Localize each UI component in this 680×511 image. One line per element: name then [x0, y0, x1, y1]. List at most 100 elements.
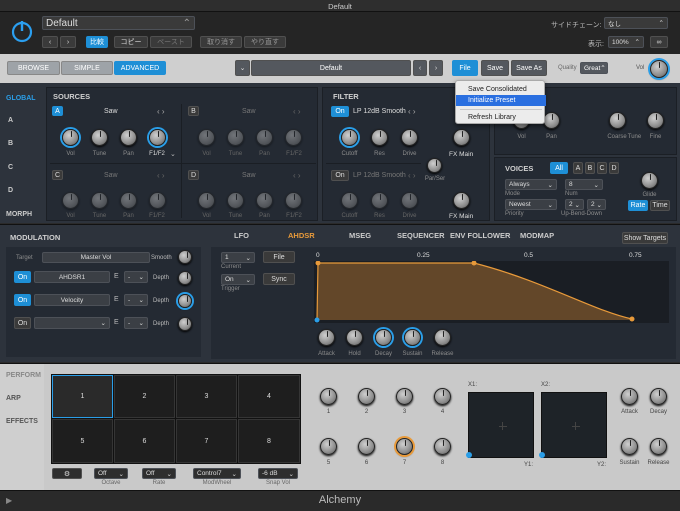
pad-6[interactable]: 6 — [114, 419, 175, 463]
mod-row-2-on-button[interactable]: On — [14, 294, 31, 306]
perform-knob-5[interactable] — [320, 438, 337, 455]
filter-1-cutoff-knob[interactable] — [341, 129, 358, 146]
mod-row-1-e[interactable]: E — [114, 273, 119, 280]
source-a-name[interactable]: Saw — [104, 108, 118, 115]
preset-name-field[interactable]: Default — [251, 60, 411, 76]
source-c-vol-knob[interactable] — [62, 192, 79, 209]
ahdsr-release-knob[interactable] — [434, 329, 451, 346]
filter-2-type[interactable]: LP 12dB Smooth — [353, 172, 406, 179]
source-a-f1f2-knob[interactable] — [149, 129, 166, 146]
paste-button[interactable]: ペースト — [150, 36, 192, 48]
refresh-library-menu-item[interactable]: Refresh Library — [456, 112, 546, 123]
perform-knob-7[interactable] — [396, 438, 413, 455]
source-c-arrows[interactable]: ‹ › — [157, 171, 165, 180]
tab-sequencer[interactable]: SEQUENCER — [397, 231, 445, 240]
master-vol-knob[interactable] — [650, 60, 668, 78]
voices-down-select[interactable]: 2 ⌄ — [587, 199, 606, 210]
filter-1-on-button[interactable]: On — [331, 106, 349, 117]
mod-row-3-curve-select[interactable]: - ⌄ — [124, 317, 148, 329]
side-nav-b[interactable]: B — [8, 140, 13, 147]
perform-attack-knob[interactable] — [621, 388, 638, 405]
rate-select[interactable]: Off ⌄ — [142, 468, 176, 479]
perform-knob-4[interactable] — [434, 388, 451, 405]
source-c-toggle[interactable]: C — [52, 170, 63, 180]
source-c-f1f2-knob[interactable] — [149, 192, 166, 209]
preset-dropdown-button[interactable]: ⌄ — [235, 60, 250, 76]
source-d-pan-knob[interactable] — [256, 192, 273, 209]
source-c-tune-knob[interactable] — [91, 192, 108, 209]
filter-1-route[interactable]: FX Main — [449, 151, 473, 158]
filter-2-arrows[interactable]: ‹ › — [408, 171, 416, 180]
mod-row-1-depth-knob[interactable] — [178, 271, 192, 285]
perform-nav-perform[interactable]: PERFORM — [6, 372, 41, 379]
advanced-button[interactable]: ADVANCED — [114, 61, 166, 75]
save-button[interactable]: Save — [481, 60, 509, 76]
perform-knob-2[interactable] — [358, 388, 375, 405]
voices-priority-select[interactable]: Newest ⌄ — [505, 199, 557, 210]
source-a-tune-knob[interactable] — [91, 129, 108, 146]
pad-1[interactable]: 1 — [52, 375, 113, 418]
perform-knob-6[interactable] — [358, 438, 375, 455]
filter-1-arrows[interactable]: ‹ › — [408, 107, 416, 116]
tab-mseg[interactable]: MSEG — [349, 231, 371, 240]
filter-2-res-knob[interactable] — [371, 192, 388, 209]
xy-pad-2-handle[interactable] — [539, 452, 545, 458]
voices-all-button[interactable]: All — [550, 162, 568, 174]
undo-button[interactable]: 取り消す — [200, 36, 242, 48]
mod-row-3-depth-knob[interactable] — [178, 317, 192, 331]
pad-4[interactable]: 4 — [238, 375, 300, 418]
filter-2-drive-knob[interactable] — [401, 192, 418, 209]
mod-row-3-e[interactable]: E — [114, 319, 119, 326]
ahdsr-decay-knob[interactable] — [375, 329, 392, 346]
filter-2-on-button[interactable]: On — [331, 170, 349, 181]
perform-nav-effects[interactable]: EFFECTS — [6, 418, 38, 425]
link-button[interactable]: ∞ — [650, 36, 668, 48]
mod-target-select[interactable]: Master Vol — [42, 252, 150, 263]
ahdsr-envelope-display[interactable] — [314, 261, 669, 323]
side-nav-a[interactable]: A — [8, 117, 13, 124]
source-c-name[interactable]: Saw — [104, 172, 118, 179]
perform-release-knob[interactable] — [650, 438, 667, 455]
filter-2-fx-knob[interactable] — [453, 192, 470, 209]
mod-row-3-source-select[interactable]: ⌄ — [34, 317, 110, 329]
pad-7[interactable]: 7 — [176, 419, 237, 463]
perform-decay-knob[interactable] — [650, 388, 667, 405]
amp-coarse-knob[interactable] — [609, 112, 626, 129]
pad-8[interactable]: 8 — [238, 419, 300, 463]
ahdsr-hold-knob[interactable] — [346, 329, 363, 346]
mod-row-1-on-button[interactable]: On — [14, 271, 31, 283]
source-d-arrows[interactable]: ‹ › — [293, 171, 301, 180]
tab-ahdsr[interactable]: AHDSR — [288, 231, 315, 240]
voices-d-button[interactable]: D — [609, 162, 619, 174]
perform-sustain-knob[interactable] — [621, 438, 638, 455]
pad-settings-button[interactable]: ⚙ — [52, 468, 82, 479]
xy-pad-1[interactable] — [466, 392, 534, 458]
par-ser-knob[interactable] — [427, 158, 442, 173]
source-b-vol-knob[interactable] — [198, 129, 215, 146]
source-c-pan-knob[interactable] — [120, 192, 137, 209]
tab-env-follower[interactable]: ENV FOLLOWER — [450, 231, 510, 240]
voices-c-button[interactable]: C — [597, 162, 607, 174]
simple-button[interactable]: SIMPLE — [61, 61, 113, 75]
mod-row-2-e[interactable]: E — [114, 296, 119, 303]
pad-3[interactable]: 3 — [176, 375, 237, 418]
voices-num-select[interactable]: 8 ⌄ — [565, 179, 603, 190]
source-d-name[interactable]: Saw — [242, 172, 256, 179]
filter-1-res-knob[interactable] — [371, 129, 388, 146]
copy-button[interactable]: コピー — [114, 36, 148, 48]
glide-rate-button[interactable]: Rate — [628, 200, 648, 211]
source-a-pan-knob[interactable] — [120, 129, 137, 146]
mod-row-2-depth-knob[interactable] — [178, 294, 192, 308]
save-as-button[interactable]: Save As — [511, 60, 547, 76]
filter-2-route[interactable]: FX Main — [449, 213, 473, 220]
mod-row-1-curve-select[interactable]: - ⌄ — [124, 271, 148, 283]
amp-fine-knob[interactable] — [647, 112, 664, 129]
source-b-name[interactable]: Saw — [242, 108, 256, 115]
save-consolidated-menu-item[interactable]: Save Consolidated — [456, 84, 546, 95]
voices-a-button[interactable]: A — [573, 162, 583, 174]
xy-pad-1-handle[interactable] — [466, 452, 472, 458]
ahdsr-sustain-knob[interactable] — [404, 329, 421, 346]
filter-1-fx-knob[interactable] — [453, 129, 470, 146]
source-a-vol-knob[interactable] — [62, 129, 79, 146]
filter-1-type[interactable]: LP 12dB Smooth — [353, 108, 406, 115]
